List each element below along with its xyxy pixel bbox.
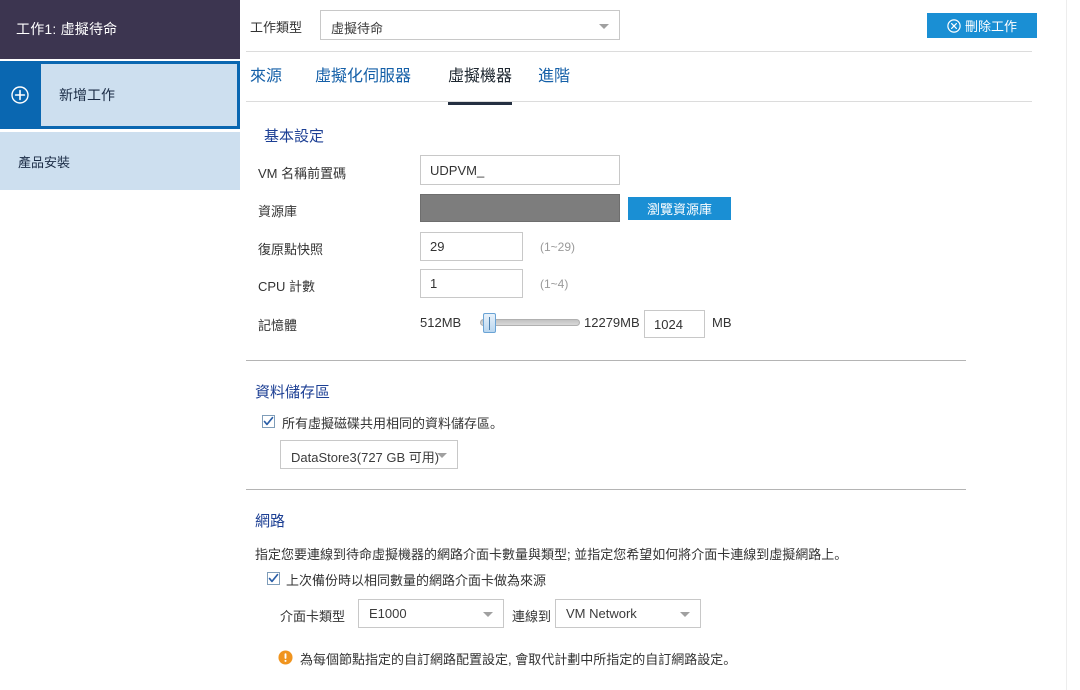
cpu-count-input[interactable]	[420, 269, 523, 298]
right-edge-border	[1066, 0, 1067, 690]
divider-datastore-network	[246, 489, 966, 490]
tabs-separator	[246, 101, 1032, 102]
vm-prefix-input[interactable]	[420, 155, 620, 185]
divider-basic-datastore	[246, 360, 966, 361]
datastore-selected-value: DataStore3(727 GB 可用)	[291, 450, 440, 465]
topbar-separator	[246, 51, 1032, 52]
tab-source[interactable]: 來源	[250, 62, 282, 102]
nic-type-value: E1000	[369, 606, 407, 621]
delete-job-button[interactable]: 刪除工作	[927, 13, 1037, 38]
basic-settings-heading: 基本設定	[264, 128, 325, 145]
delete-job-button-inner: 刪除工作	[927, 13, 1037, 38]
network-heading: 網路	[255, 513, 286, 530]
job-title-text: 工作1: 虛擬待命	[16, 21, 118, 37]
memory-value-input[interactable]	[644, 310, 705, 338]
app-root: 工作1: 虛擬待命 新增工作 產品安裝 工作類型 虛擬待命 刪除工作 來源 虛擬…	[0, 0, 1080, 690]
sidebar-item-add-job[interactable]: 新增工作	[0, 61, 240, 129]
tab-virtual-machine[interactable]: 虛擬機器	[448, 62, 513, 105]
same-nic-label: 上次備份時以相同數量的網路介面卡做為來源	[286, 573, 547, 588]
sidebar: 工作1: 虛擬待命 新增工作 產品安裝	[0, 0, 240, 690]
vm-prefix-label: VM 名稱前置碼	[258, 166, 347, 181]
snapshot-input[interactable]	[420, 232, 523, 261]
x-circle-icon	[947, 18, 961, 33]
job-type-value: 虛擬待命	[331, 21, 384, 36]
sidebar-item-product-install[interactable]: 產品安裝	[0, 132, 240, 190]
add-job-icon-box	[0, 61, 41, 129]
connect-to-select[interactable]: VM Network	[555, 599, 701, 628]
plus-circle-icon	[11, 86, 29, 104]
check-icon	[263, 416, 274, 426]
job-type-label: 工作類型	[250, 20, 303, 35]
snapshot-hint: (1~29)	[540, 240, 576, 254]
network-warning-text: 為每個節點指定的自訂網路配置設定, 會取代計劃中所指定的自訂網路設定。	[300, 652, 737, 667]
memory-label: 記憶體	[258, 318, 298, 333]
memory-max-label: 12279MB	[584, 315, 640, 330]
check-icon	[268, 573, 279, 583]
same-nic-checkbox[interactable]	[267, 572, 280, 585]
shared-datastore-checkbox[interactable]	[262, 415, 275, 428]
memory-unit-label: MB	[712, 315, 732, 330]
chevron-down-icon	[483, 612, 493, 617]
job-title-bar: 工作1: 虛擬待命	[0, 0, 240, 59]
product-install-label: 產品安裝	[18, 155, 71, 170]
shared-datastore-label: 所有虛擬磁碟共用相同的資料儲存區。	[282, 416, 504, 431]
memory-min-label: 512MB	[420, 315, 462, 330]
job-type-select[interactable]: 虛擬待命	[320, 10, 620, 40]
job-type-row: 工作類型 虛擬待命 刪除工作	[240, 0, 1080, 51]
chevron-down-icon	[437, 453, 447, 458]
delete-job-label: 刪除工作	[964, 19, 1017, 34]
chevron-down-icon	[680, 612, 690, 617]
memory-slider-thumb[interactable]	[483, 313, 497, 333]
tab-virtualization-server[interactable]: 虛擬化伺服器	[315, 62, 411, 102]
connect-to-label: 連線到	[512, 609, 552, 624]
repository-label: 資源庫	[258, 204, 298, 219]
nic-type-label: 介面卡類型	[280, 609, 346, 624]
cpu-count-label: CPU 計數	[258, 279, 316, 294]
connect-to-value: VM Network	[566, 606, 637, 621]
browse-repository-button[interactable]: 瀏覽資源庫	[628, 197, 731, 220]
datastore-heading: 資料儲存區	[255, 384, 331, 401]
repository-field-disabled	[420, 194, 620, 222]
add-job-panel[interactable]: 新增工作	[41, 64, 237, 126]
add-job-label: 新增工作	[59, 87, 115, 103]
network-description: 指定您要連線到待命虛擬機器的網路介面卡數量與類型; 並指定您希望如何將介面卡連線…	[255, 547, 848, 562]
snapshot-label: 復原點快照	[258, 242, 324, 257]
tab-bar: 來源 虛擬化伺服器 虛擬機器 進階	[240, 62, 1080, 105]
warning-icon	[278, 650, 293, 665]
tab-advanced[interactable]: 進階	[538, 62, 570, 102]
chevron-down-icon	[599, 24, 609, 29]
main-content: 工作類型 虛擬待命 刪除工作 來源 虛擬化伺服器 虛擬機器 進階 基本設定 VM…	[240, 0, 1080, 690]
cpu-count-hint: (1~4)	[540, 277, 569, 291]
datastore-select[interactable]: DataStore3(727 GB 可用)	[280, 440, 458, 469]
nic-type-select[interactable]: E1000	[358, 599, 504, 628]
